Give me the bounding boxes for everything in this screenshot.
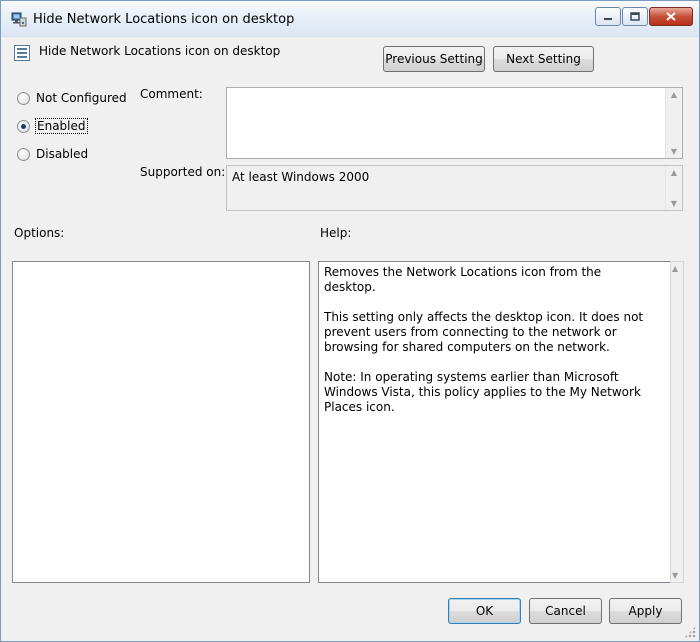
comment-scrollbar[interactable]: ▲ ▼ xyxy=(665,88,682,158)
network-icon xyxy=(11,12,27,27)
radio-not-configured-label: Not Configured xyxy=(36,91,127,105)
cancel-label: Cancel xyxy=(545,604,586,618)
help-label: Help: xyxy=(320,226,352,240)
radio-enabled-label: Enabled xyxy=(35,118,88,134)
previous-setting-label: Previous Setting xyxy=(385,52,483,66)
radio-not-configured-indicator[interactable] xyxy=(17,91,30,105)
apply-label: Apply xyxy=(628,604,663,618)
title-bar[interactable]: Hide Network Locations icon on desktop xyxy=(1,1,699,37)
options-label: Options: xyxy=(14,226,65,240)
resize-grip-icon[interactable] xyxy=(684,626,696,638)
help-paragraph: Removes the Network Locations icon from … xyxy=(324,265,602,294)
supported-on-field: At least Windows 2000 ▲ ▼ xyxy=(226,165,683,211)
radio-disabled-label: Disabled xyxy=(36,147,89,161)
close-button[interactable] xyxy=(649,7,693,26)
help-panel: Removes the Network Locations icon from … xyxy=(318,261,671,583)
previous-setting-button[interactable]: Previous Setting xyxy=(383,46,485,72)
policy-dialog: Hide Network Locations icon on desktop H… xyxy=(0,0,700,642)
ok-button[interactable]: OK xyxy=(448,598,521,624)
scroll-up-icon[interactable]: ▲ xyxy=(672,264,678,273)
maximize-button[interactable] xyxy=(622,7,648,26)
ok-label: OK xyxy=(475,604,494,618)
radio-enabled-indicator[interactable] xyxy=(17,119,30,133)
minimize-icon xyxy=(604,17,612,20)
window-controls xyxy=(594,7,693,27)
scroll-up-icon[interactable]: ▲ xyxy=(666,168,682,177)
supported-on-label: Supported on: xyxy=(140,165,226,179)
policy-title: Hide Network Locations icon on desktop xyxy=(39,44,281,58)
comment-field[interactable]: ▲ ▼ xyxy=(226,87,683,159)
supported-on-value: At least Windows 2000 xyxy=(232,170,370,184)
apply-button[interactable]: Apply xyxy=(609,598,682,624)
help-paragraph: Note: In operating systems earlier than … xyxy=(324,370,641,414)
window-title: Hide Network Locations icon on desktop xyxy=(33,12,295,27)
help-scrollbar[interactable]: ▲ ▼ xyxy=(670,261,684,583)
scroll-down-icon[interactable]: ▼ xyxy=(666,147,682,156)
radio-enabled[interactable]: Enabled xyxy=(17,118,88,134)
radio-disabled-indicator[interactable] xyxy=(17,147,30,161)
minimize-button[interactable] xyxy=(595,7,621,26)
options-panel xyxy=(12,261,310,583)
close-icon xyxy=(666,12,676,21)
comment-label: Comment: xyxy=(140,87,203,101)
cancel-button[interactable]: Cancel xyxy=(529,598,602,624)
scroll-up-icon[interactable]: ▲ xyxy=(666,90,682,99)
help-paragraph: This setting only affects the desktop ic… xyxy=(324,310,644,354)
help-text: Removes the Network Locations icon from … xyxy=(324,265,648,430)
scroll-down-icon[interactable]: ▼ xyxy=(672,571,678,580)
next-setting-label: Next Setting xyxy=(506,52,581,66)
scroll-down-icon[interactable]: ▼ xyxy=(666,199,682,208)
supported-scrollbar[interactable]: ▲ ▼ xyxy=(665,166,682,210)
policy-setting-icon xyxy=(14,45,30,61)
maximize-icon xyxy=(630,12,640,21)
radio-disabled[interactable]: Disabled xyxy=(17,147,88,161)
radio-not-configured[interactable]: Not Configured xyxy=(17,91,127,105)
next-setting-button[interactable]: Next Setting xyxy=(493,46,594,72)
